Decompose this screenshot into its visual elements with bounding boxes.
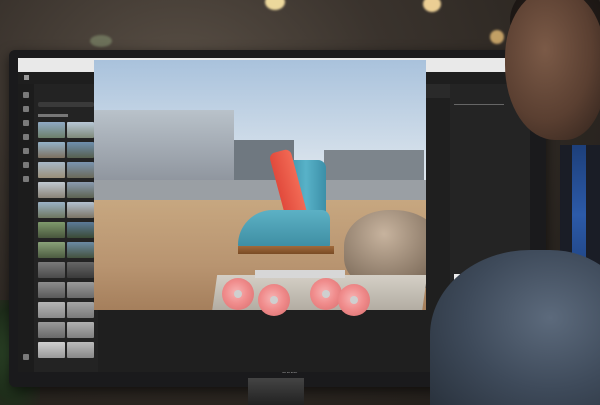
image-thumbnail[interactable]: [67, 142, 94, 158]
monitor-stand: [248, 378, 304, 405]
image-thumbnail[interactable]: [38, 162, 65, 178]
texture-thumbnail[interactable]: [67, 302, 94, 318]
image-thumbnail[interactable]: [67, 202, 94, 218]
bokeh-light: [423, 0, 441, 12]
image-thumbnail[interactable]: [38, 222, 65, 238]
image-thumbnail[interactable]: [67, 162, 94, 178]
layers-tool-icon[interactable]: [23, 134, 29, 140]
skate-wheel: [258, 284, 290, 316]
image-thumbnail[interactable]: [67, 242, 94, 258]
paint-tool-icon[interactable]: [23, 120, 29, 126]
boot-sole: [238, 246, 334, 254]
boot-vamp: [238, 210, 330, 250]
image-thumbnail[interactable]: [67, 222, 94, 238]
texture-thumbnail[interactable]: [38, 342, 65, 358]
background-scene: DELL: [0, 0, 600, 405]
panel-divider: [454, 104, 504, 105]
texture-thumbnail[interactable]: [38, 302, 65, 318]
texture-thumbnail[interactable]: [38, 282, 65, 298]
texture-thumbnail[interactable]: [38, 322, 65, 338]
image-thumbnail[interactable]: [38, 182, 65, 198]
bokeh-light: [90, 35, 112, 47]
skate-plate: [255, 270, 345, 278]
image-thumbnail[interactable]: [38, 262, 65, 278]
texture-thumbnail[interactable]: [67, 342, 94, 358]
image-thumbnail[interactable]: [38, 122, 65, 138]
skate-wheel: [222, 278, 254, 310]
bokeh-light: [490, 30, 504, 44]
skate-wheel: [338, 284, 370, 316]
home-icon[interactable]: [24, 75, 29, 80]
light-tool-icon[interactable]: [23, 162, 29, 168]
image-thumbnail[interactable]: [38, 242, 65, 258]
texture-thumbnail[interactable]: [67, 322, 94, 338]
library-panel: [34, 84, 98, 372]
bokeh-light: [265, 0, 285, 10]
building: [94, 110, 234, 190]
select-tool-icon[interactable]: [23, 92, 29, 98]
image-thumbnail[interactable]: [67, 182, 94, 198]
image-thumbnail[interactable]: [38, 142, 65, 158]
image-thumbnail[interactable]: [67, 122, 94, 138]
move-tool-icon[interactable]: [23, 106, 29, 112]
roller-skate-boot: [230, 148, 340, 254]
settings-tool-icon[interactable]: [23, 354, 29, 360]
library-section-header[interactable]: [38, 114, 68, 117]
image-thumbnail[interactable]: [67, 262, 94, 278]
camera-tool-icon[interactable]: [23, 176, 29, 182]
material-tool-icon[interactable]: [23, 148, 29, 154]
skate-wheel: [310, 278, 342, 310]
tool-rail: [18, 84, 34, 372]
texture-thumbnail[interactable]: [67, 282, 94, 298]
library-search[interactable]: [38, 102, 94, 107]
image-thumbnail[interactable]: [38, 202, 65, 218]
